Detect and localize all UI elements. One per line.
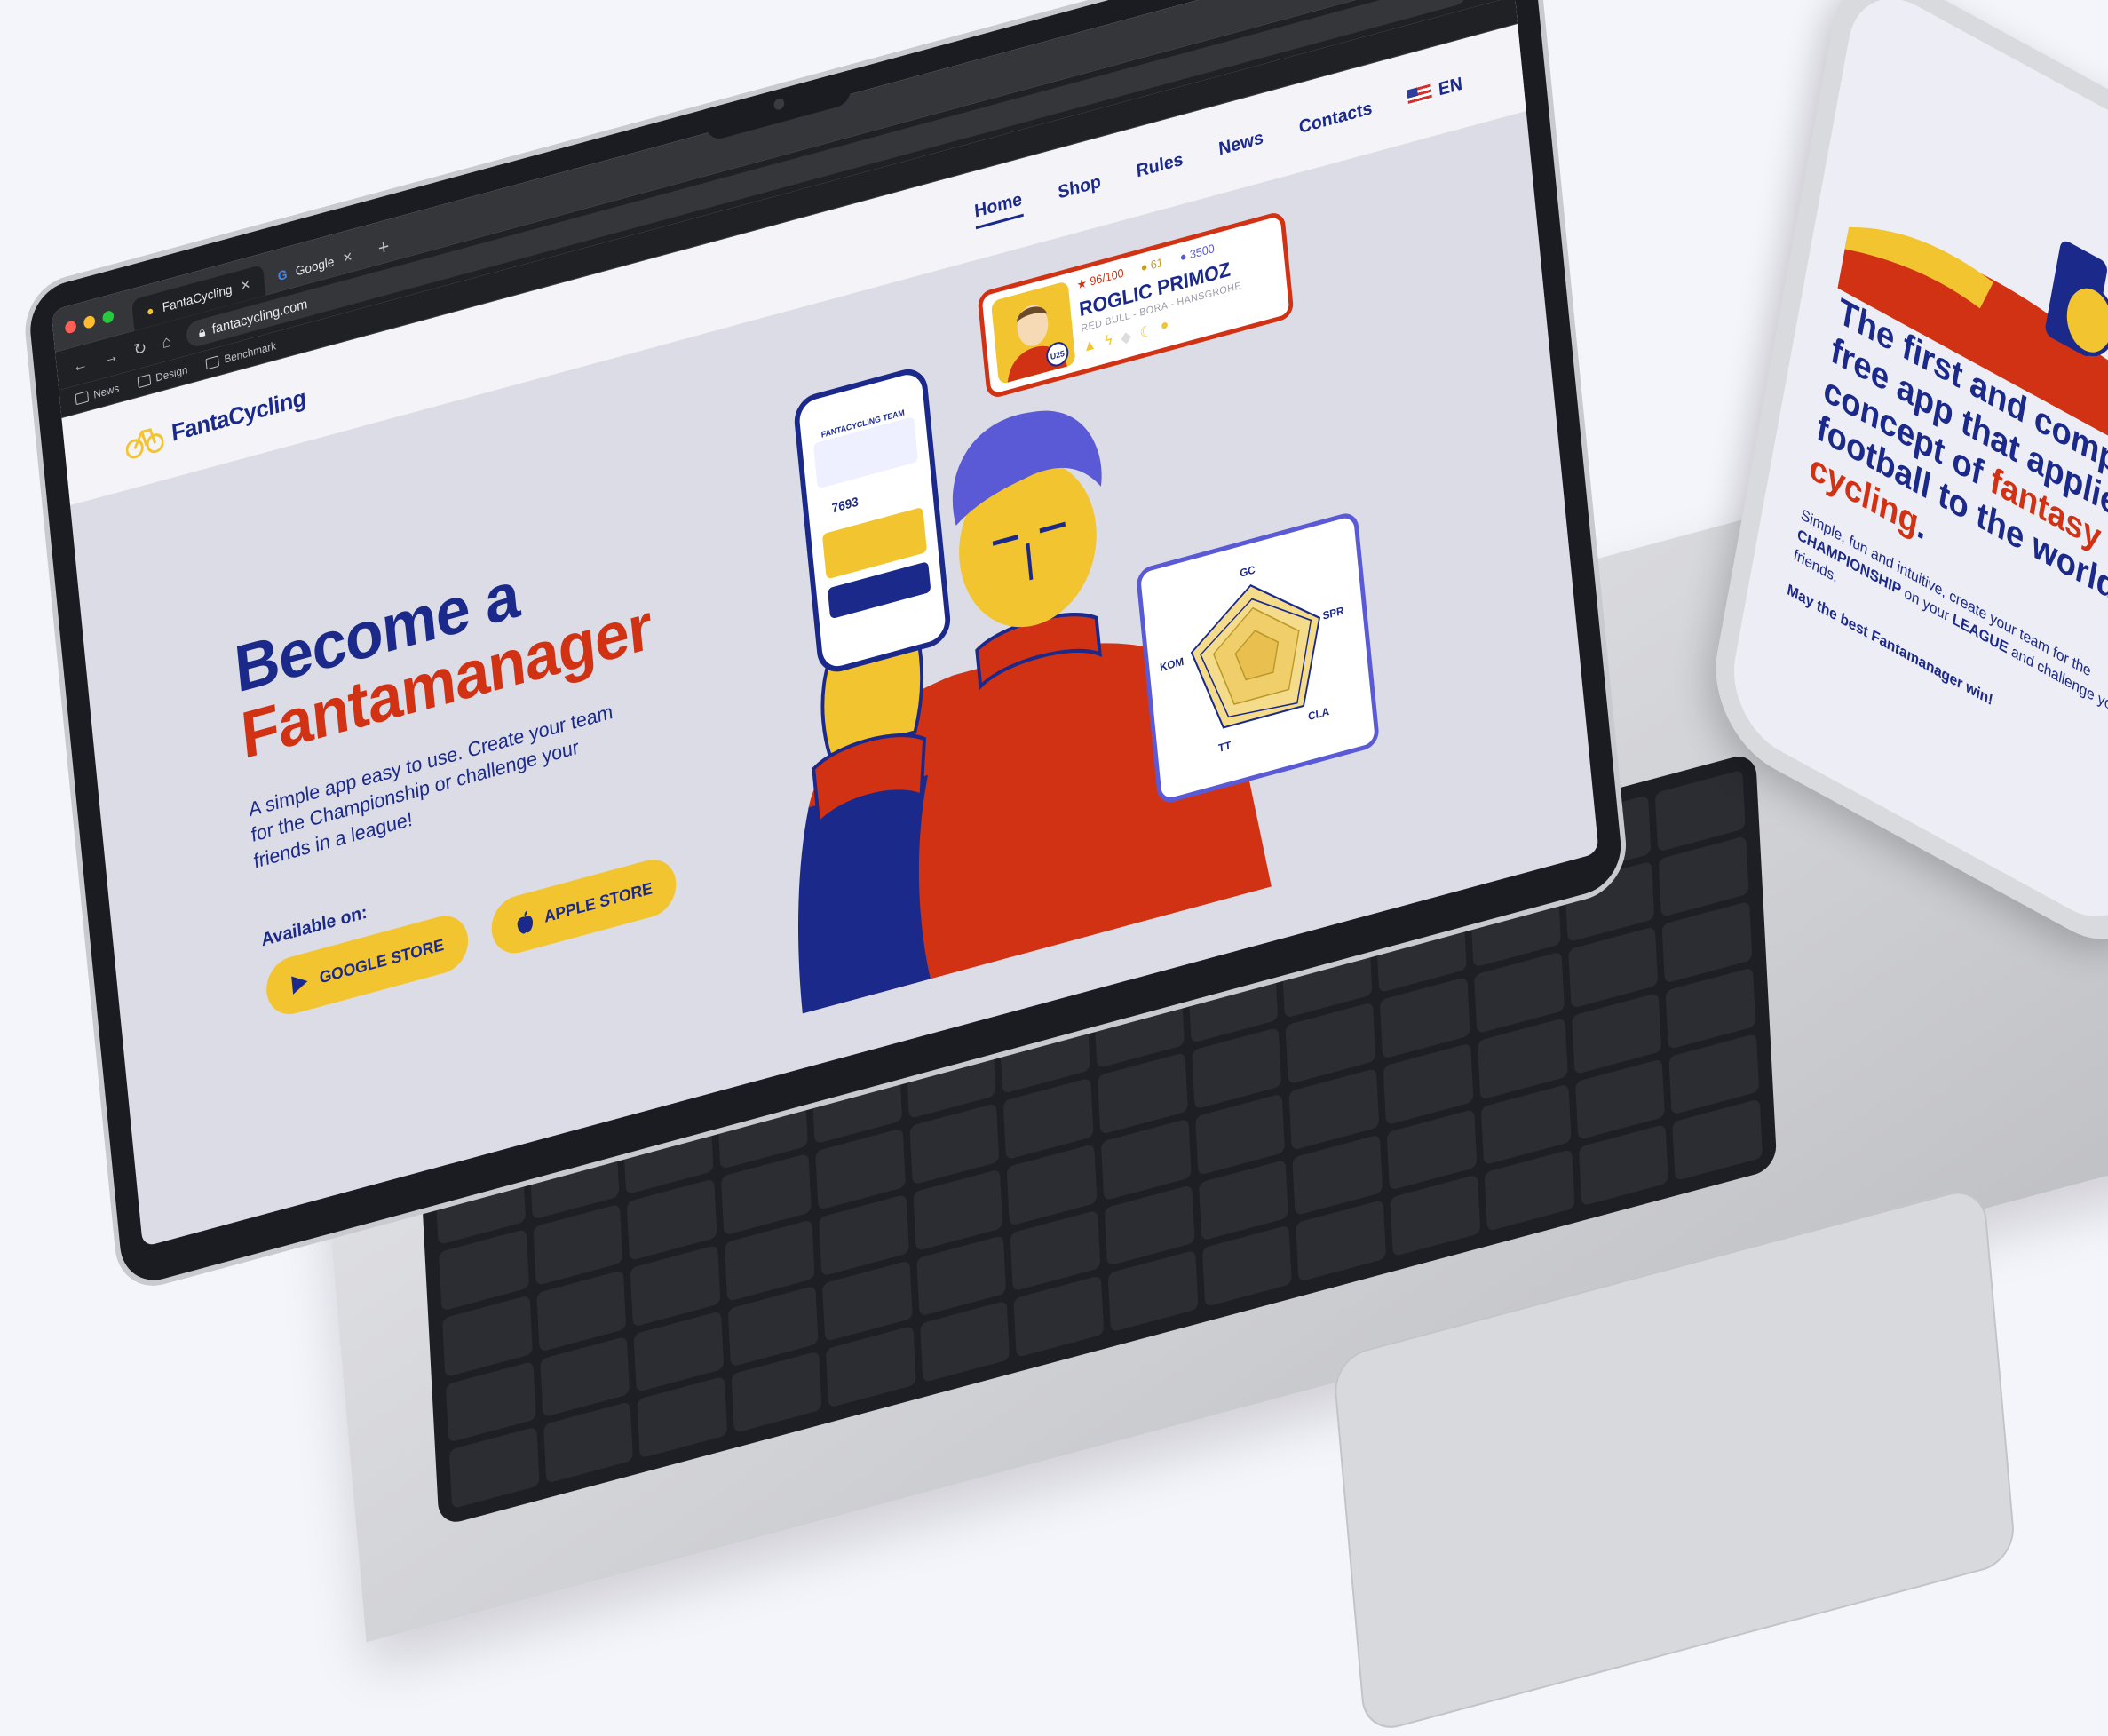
rider-avatar: U25 [990, 281, 1076, 385]
mountain-icon: ▲ [1082, 336, 1098, 356]
nav-news[interactable]: News [1217, 127, 1264, 160]
mockup-scene: ● FantaCycling ✕ G Google ✕ + ← → ↻ ⌂ 🔒︎ [0, 0, 2108, 1736]
coins-value: 61 [1150, 255, 1164, 273]
google-store-label: GOOGLE STORE [318, 935, 445, 987]
folder-icon [137, 374, 152, 389]
nav-shop[interactable]: Shop [1057, 171, 1101, 203]
keyboard-key[interactable] [448, 1426, 540, 1510]
maximize-window-icon[interactable] [101, 309, 115, 324]
nav-home[interactable]: Home [973, 189, 1024, 230]
hero-text: Become a Fantamanager A simple app easy … [232, 509, 747, 1021]
forward-arrow-icon[interactable]: → [102, 345, 119, 369]
medal-icon: ● [1160, 316, 1170, 335]
bicycle-logo-icon [125, 428, 164, 459]
back-arrow-icon[interactable]: ← [71, 353, 88, 377]
keyboard-key[interactable] [1484, 1149, 1575, 1232]
keyboard-key[interactable] [919, 1300, 1010, 1383]
keyboard-key[interactable] [1201, 1225, 1293, 1307]
nav-rules[interactable]: Rules [1136, 149, 1185, 183]
language-selector[interactable]: EN [1407, 73, 1463, 108]
apple-logo-icon [517, 910, 533, 934]
brand-name: FantaCycling [170, 383, 307, 447]
keyboard-key[interactable] [825, 1326, 916, 1408]
keyboard-key[interactable] [543, 1401, 634, 1484]
points-value: 3500 [1189, 241, 1216, 262]
keyboard-key[interactable] [1107, 1250, 1199, 1333]
minimize-window-icon[interactable] [83, 313, 96, 329]
score-value: 96/100 [1089, 266, 1125, 289]
bookmark-label: Design [155, 362, 188, 384]
tab-close-icon[interactable]: ✕ [240, 276, 251, 294]
tab-label: Google [295, 253, 336, 279]
camera-icon [773, 97, 785, 111]
bookmark-star-icon[interactable]: ☆ [1443, 0, 1456, 4]
moon-icon: ☾ [1138, 322, 1153, 342]
apple-store-label: APPLE STORE [543, 878, 654, 926]
keyboard-key[interactable] [1578, 1124, 1669, 1207]
home-icon[interactable]: ⌂ [161, 331, 172, 353]
tab-close-icon[interactable]: ✕ [342, 248, 353, 266]
keyboard-key[interactable] [637, 1376, 728, 1459]
folder-icon [75, 391, 90, 406]
google-favicon-icon: G [277, 266, 289, 284]
close-window-icon[interactable] [64, 319, 77, 335]
keyboard-key[interactable] [1013, 1275, 1105, 1358]
rider-coins: ● 61 [1140, 255, 1164, 275]
keyboard-key[interactable] [1296, 1200, 1387, 1282]
reload-icon[interactable]: ↻ [133, 337, 148, 360]
lightning-icon: ϟ [1104, 331, 1113, 350]
keyboard-key[interactable] [1672, 1098, 1763, 1181]
lock-icon: 🔒︎ [197, 323, 207, 341]
us-flag-icon [1407, 83, 1433, 107]
folder-icon [205, 355, 220, 370]
keyboard-key[interactable] [731, 1351, 822, 1433]
google-play-icon [291, 976, 308, 995]
tab-favicon-icon: ● [146, 302, 155, 320]
language-label: EN [1437, 73, 1463, 100]
bookmark-label: News [92, 381, 120, 401]
bookmark-news[interactable]: News [75, 381, 120, 407]
rider-points: ● 3500 [1179, 241, 1216, 265]
nav-contacts[interactable]: Contacts [1298, 98, 1373, 139]
shield-icon: ◆ [1120, 329, 1133, 347]
keyboard-key[interactable] [1390, 1174, 1481, 1257]
